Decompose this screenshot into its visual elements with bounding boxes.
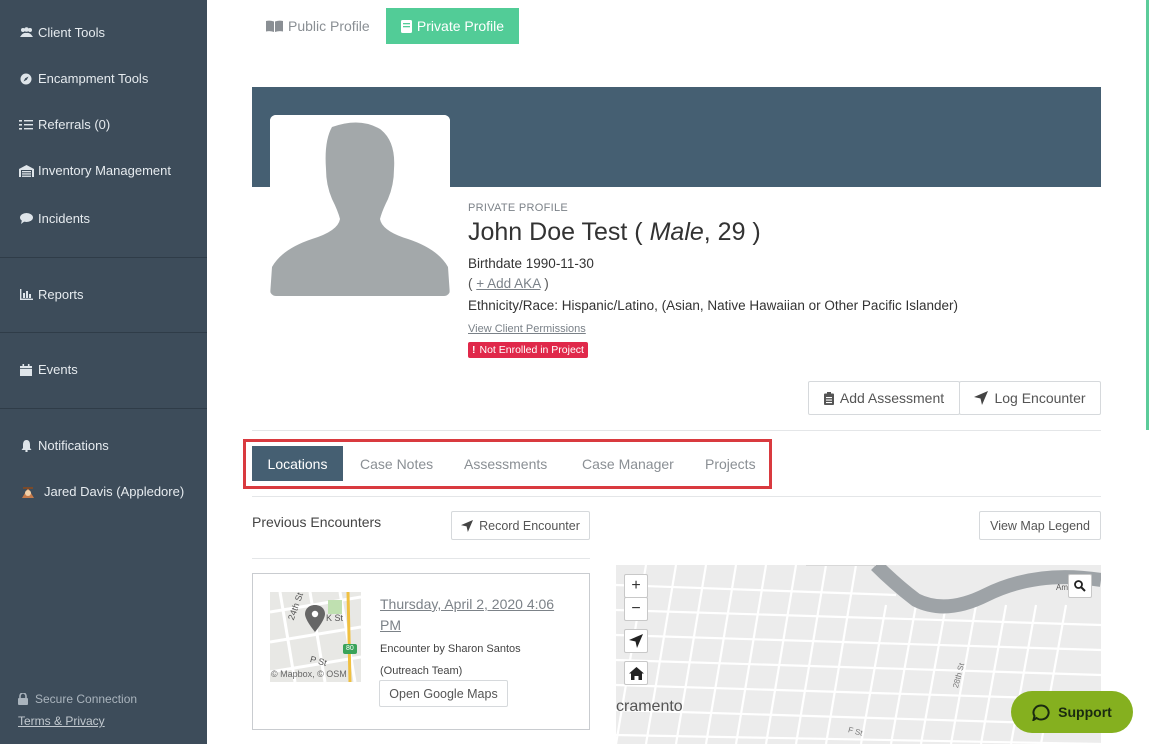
tab-label: Public Profile xyxy=(288,18,370,34)
client-age: , 29 ) xyxy=(703,218,761,246)
enrollment-status-badge: ! Not Enrolled in Project xyxy=(468,342,588,358)
bell-icon xyxy=(18,439,34,453)
tab-public-profile[interactable]: Public Profile xyxy=(252,8,384,44)
comment-icon xyxy=(18,212,34,226)
open-google-maps-button[interactable]: Open Google Maps xyxy=(379,680,508,707)
client-name: John Doe Test ( Male, 29 ) xyxy=(468,218,761,247)
sidebar-item-inventory[interactable]: Inventory Management xyxy=(18,163,171,178)
tab-case-notes[interactable]: Case Notes xyxy=(360,446,433,481)
notebook-icon xyxy=(400,19,412,33)
sidebar-item-label: Notifications xyxy=(38,438,109,453)
view-map-legend-button[interactable]: View Map Legend xyxy=(979,511,1101,540)
sidebar: Client Tools Encampment Tools Referrals … xyxy=(0,0,207,744)
location-arrow-icon xyxy=(629,634,643,648)
sidebar-item-label: Encampment Tools xyxy=(38,71,149,86)
sidebar-item-label: Reports xyxy=(38,287,84,302)
home-icon xyxy=(628,666,644,680)
zoom-out-button[interactable]: − xyxy=(624,597,648,621)
sidebar-item-events[interactable]: Events xyxy=(18,362,78,377)
locate-button[interactable] xyxy=(624,629,648,653)
support-button[interactable]: Support xyxy=(1011,691,1133,733)
profile-avatar xyxy=(270,115,450,296)
badge-label: Not Enrolled in Project xyxy=(479,344,584,356)
encounter-map-thumbnail[interactable]: 24th St K St P St 80 © Mapbox, © OSM xyxy=(270,592,361,682)
thumb-label-80: 80 xyxy=(346,645,354,652)
bar-chart-icon xyxy=(18,288,34,302)
secure-connection: Secure Connection xyxy=(18,692,137,706)
support-label: Support xyxy=(1058,704,1112,720)
tab-case-manager[interactable]: Case Manager xyxy=(582,446,674,481)
terms-privacy-link[interactable]: Terms & Privacy xyxy=(18,714,105,728)
checklist-icon xyxy=(18,118,34,132)
client-name-text: John Doe Test ( xyxy=(468,218,643,246)
button-label: Log Encounter xyxy=(994,390,1086,406)
button-label: Record Encounter xyxy=(479,518,580,533)
sidebar-item-label: Jared Davis (Appledore) xyxy=(44,484,185,499)
record-encounter-button[interactable]: Record Encounter xyxy=(451,511,590,540)
sidebar-item-encampment-tools[interactable]: Encampment Tools xyxy=(18,71,148,86)
aka-line: ( + Add AKA ) xyxy=(468,276,549,291)
client-gender: Male xyxy=(649,218,704,246)
profile-type-label: PRIVATE PROFILE xyxy=(468,202,569,214)
thumb-label-k: K St xyxy=(326,613,344,623)
warehouse-icon xyxy=(18,164,34,178)
add-aka-link[interactable]: + Add AKA xyxy=(476,276,540,291)
user-avatar-icon xyxy=(18,483,38,500)
encounter-date-link[interactable]: Thursday, April 2, 2020 4:06 PM xyxy=(380,594,570,636)
home-button[interactable] xyxy=(624,661,648,685)
scrollbar[interactable] xyxy=(1146,0,1149,430)
previous-encounters-title: Previous Encounters xyxy=(252,514,382,530)
tab-projects[interactable]: Projects xyxy=(705,446,756,481)
aka-close: ) xyxy=(544,276,549,291)
city-label: cramento xyxy=(616,698,683,715)
secure-label: Secure Connection xyxy=(35,692,138,706)
users-icon xyxy=(18,26,34,40)
calendar-icon xyxy=(18,363,34,377)
search-icon xyxy=(1074,580,1086,592)
ethnicity-race: Ethnicity/Race: Hispanic/Latino, (Asian,… xyxy=(468,298,958,313)
sidebar-item-client-tools[interactable]: Client Tools xyxy=(18,25,105,40)
sidebar-item-label: Client Tools xyxy=(38,25,105,40)
map-attribution: © Mapbox, © OSM xyxy=(271,669,347,679)
chat-bubble-icon xyxy=(1032,703,1050,721)
sidebar-divider xyxy=(0,332,207,333)
sidebar-item-label: Inventory Management xyxy=(38,163,171,178)
tab-locations[interactable]: Locations xyxy=(252,446,343,481)
sidebar-item-label: Incidents xyxy=(38,211,91,226)
divider xyxy=(252,430,1101,431)
birthdate: Birthdate 1990-11-30 xyxy=(468,256,594,271)
sidebar-item-reports[interactable]: Reports xyxy=(18,287,84,302)
lock-icon xyxy=(18,693,28,705)
location-arrow-icon xyxy=(974,391,989,405)
compass-icon xyxy=(18,72,34,86)
sidebar-item-user[interactable]: Jared Davis (Appledore) xyxy=(18,483,185,500)
view-client-permissions-link[interactable]: View Client Permissions xyxy=(468,323,586,335)
add-assessment-button[interactable]: Add Assessment xyxy=(808,381,960,415)
divider xyxy=(252,558,590,559)
tab-assessments[interactable]: Assessments xyxy=(464,446,547,481)
encounter-by: Encounter by Sharon Santos (Outreach Tea… xyxy=(380,643,521,677)
sidebar-divider xyxy=(0,408,207,409)
map-search-button[interactable] xyxy=(1068,574,1092,598)
sidebar-divider xyxy=(0,257,207,258)
street-label: Am xyxy=(1056,583,1068,592)
sidebar-item-notifications[interactable]: Notifications xyxy=(18,438,109,453)
zoom-in-button[interactable]: + xyxy=(624,574,648,598)
button-label: Add Assessment xyxy=(839,390,945,406)
sidebar-item-referrals[interactable]: Referrals (0) xyxy=(18,117,110,132)
divider xyxy=(252,496,1101,497)
location-arrow-icon xyxy=(461,519,474,532)
tab-label: Private Profile xyxy=(416,18,505,34)
log-encounter-button[interactable]: Log Encounter xyxy=(959,381,1101,415)
exclamation-icon: ! xyxy=(472,344,476,356)
aka-open: ( xyxy=(468,276,473,291)
sidebar-item-label: Events xyxy=(38,362,78,377)
tab-private-profile[interactable]: Private Profile xyxy=(386,8,519,44)
clipboard-icon xyxy=(823,391,834,405)
book-icon xyxy=(266,20,283,32)
sidebar-item-label: Referrals (0) xyxy=(38,117,111,132)
sidebar-item-incidents[interactable]: Incidents xyxy=(18,211,90,226)
person-silhouette-icon xyxy=(270,115,450,296)
